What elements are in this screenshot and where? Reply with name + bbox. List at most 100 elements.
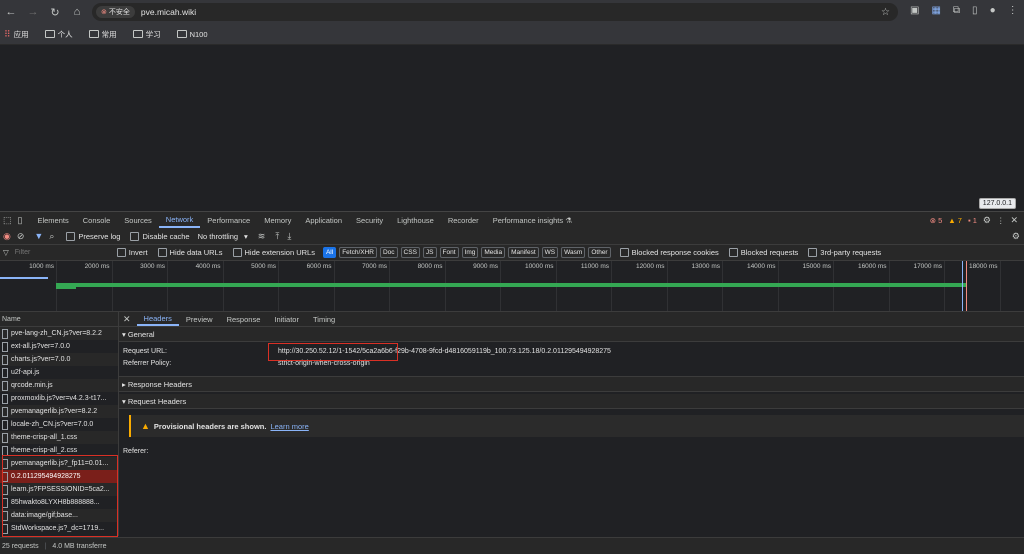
request-row[interactable]: ext-all.js?ver=7.0.0	[0, 340, 118, 353]
invert-checkbox[interactable]: Invert	[116, 248, 148, 257]
request-row[interactable]: charts.js?ver=7.0.0	[0, 353, 118, 366]
bookmark-folder-study[interactable]: 学习	[132, 29, 161, 40]
request-row[interactable]: pvemanagerlib.js?_fp11=0.01...	[0, 457, 118, 470]
puzzle-icon[interactable]: ⧉	[953, 5, 960, 16]
error-count[interactable]: ⊗ 5	[930, 216, 943, 225]
bookmark-folder-personal[interactable]: 个人	[44, 29, 73, 40]
bookmark-folder-n100[interactable]: N100	[176, 30, 208, 39]
record-icon[interactable]: ◉	[3, 231, 11, 242]
type-filter-img[interactable]: Img	[461, 247, 479, 258]
request-row[interactable]: StdWorkspace.js?_dc=1719...	[0, 522, 118, 535]
security-chip[interactable]: ⊗ 不安全	[96, 6, 135, 18]
bookmark-apps[interactable]: ⠿ 应用	[4, 29, 29, 40]
throttling-select[interactable]: No throttling ▾	[198, 232, 248, 241]
import-icon[interactable]: ⤒	[275, 231, 279, 242]
search-icon[interactable]: ⌕	[49, 231, 54, 242]
details-tab-headers[interactable]: Headers	[136, 312, 179, 326]
request-row[interactable]: pvemanagerlib.js?ver=8.2.2	[0, 405, 118, 418]
devtools-tab-sources[interactable]: Sources	[117, 212, 159, 228]
url-text[interactable]: pve.micah.wiki	[141, 7, 196, 17]
issues-count[interactable]: ▪ 1	[968, 216, 977, 225]
third-party-checkbox[interactable]: 3rd-party requests	[808, 248, 881, 257]
request-row[interactable]: learn.js?FPSESSIONID=5ca2...	[0, 483, 118, 496]
type-filter-js[interactable]: JS	[422, 247, 437, 258]
menu-icon[interactable]: ⋮	[1008, 5, 1018, 16]
extension-icon[interactable]: ▣	[910, 5, 919, 16]
type-filter-font[interactable]: Font	[439, 247, 459, 258]
home-icon[interactable]: ⌂	[70, 5, 84, 19]
type-filter-ws[interactable]: WS	[541, 247, 559, 258]
close-details-icon[interactable]: ✕	[123, 314, 131, 325]
type-filter-manifest[interactable]: Manifest	[508, 247, 539, 258]
devtools-tab-elements[interactable]: Elements	[30, 212, 75, 228]
export-icon[interactable]: ⤓	[287, 231, 291, 242]
bookmark-folder-common[interactable]: 常用	[88, 29, 117, 40]
timeline-overview[interactable]: 1000 ms 2000 ms 3000 ms 4000 ms 5000 ms 6000 …	[0, 261, 1024, 312]
hide-data-urls-checkbox[interactable]: Hide data URLs	[157, 248, 223, 257]
devtools-tab-network[interactable]: Network	[158, 212, 201, 228]
timeline-tick-label: 5000 ms	[251, 263, 276, 270]
settings-gear-icon[interactable]: ⚙	[983, 215, 991, 226]
type-filter-doc[interactable]: Doc	[379, 247, 398, 258]
request-row[interactable]: theme-crisp-all_2.css	[0, 444, 118, 457]
type-filter-css[interactable]: CSS	[400, 247, 420, 258]
devtools-tab-memory[interactable]: Memory	[257, 212, 298, 228]
request-row[interactable]: data:image/gif;base...	[0, 509, 118, 522]
profile-icon[interactable]: ●	[990, 5, 996, 16]
forward-icon[interactable]: →	[26, 5, 40, 19]
network-settings-icon[interactable]: ⚙	[1012, 231, 1020, 242]
close-icon[interactable]: ✕	[1010, 215, 1018, 226]
request-url-value[interactable]: http://30.250.52.12/1-1542/5ca2a6b6-f29b…	[278, 348, 611, 355]
details-tab-initiator[interactable]: Initiator	[267, 312, 306, 326]
type-filter-all[interactable]: All	[322, 247, 337, 258]
devtools-tab-application[interactable]: Application	[298, 212, 349, 228]
disable-cache-checkbox[interactable]: Disable cache	[130, 231, 190, 241]
details-tab-timing[interactable]: Timing	[306, 312, 342, 326]
devtools-tab-lighthouse[interactable]: Lighthouse	[390, 212, 441, 228]
request-row[interactable]: pve-lang-zh_CN.js?ver=8.2.2	[0, 327, 118, 340]
name-column-header[interactable]: Name	[0, 312, 118, 327]
request-row[interactable]: 0.2.011295494928275	[0, 470, 118, 483]
devtools-tab-console[interactable]: Console	[76, 212, 118, 228]
request-row[interactable]: theme-crisp-all_1.css	[0, 431, 118, 444]
filter-input[interactable]	[12, 246, 117, 259]
dom-content-loaded-line	[962, 261, 963, 311]
response-headers-section-header[interactable]: ▸ Response Headers	[119, 376, 1024, 392]
devtools-tab-security[interactable]: Security	[349, 212, 390, 228]
warning-count[interactable]: ▲ 7	[948, 216, 962, 225]
details-tab-preview[interactable]: Preview	[179, 312, 220, 326]
request-row[interactable]: qrcode.min.js	[0, 379, 118, 392]
inspect-icon[interactable]: ⬚	[3, 215, 12, 226]
devtools-tab-performance[interactable]: Performance	[200, 212, 257, 228]
device-toolbar-icon[interactable]: ▯	[18, 215, 23, 226]
clear-icon[interactable]: ⊘	[17, 231, 25, 242]
more-icon[interactable]: ⋮	[997, 216, 1005, 225]
request-row[interactable]: u2f-api.js	[0, 366, 118, 379]
back-icon[interactable]: ←	[4, 5, 18, 19]
request-name: StdWorkspace.js?_dc=1719...	[11, 525, 105, 532]
reload-icon[interactable]: ↻	[48, 5, 62, 19]
star-icon[interactable]: ☆	[881, 7, 890, 18]
wifi-icon[interactable]: ≋	[258, 231, 266, 242]
blocked-response-cookies-checkbox[interactable]: Blocked response cookies	[619, 248, 719, 257]
hide-extension-urls-checkbox[interactable]: Hide extension URLs	[232, 248, 315, 257]
type-filter-wasm[interactable]: Wasm	[561, 247, 586, 258]
translate-icon[interactable]: ▦	[931, 5, 940, 16]
learn-more-link[interactable]: Learn more	[270, 422, 308, 431]
preserve-log-checkbox[interactable]: Preserve log	[66, 231, 120, 241]
type-filter-media[interactable]: Media	[481, 247, 506, 258]
devtools-tab-performance-insights[interactable]: Performance insights ⚗	[486, 212, 579, 228]
request-row[interactable]: proxmoxlib.js?ver=v4.2.3-t17...	[0, 392, 118, 405]
general-section-header[interactable]: ▾ General	[119, 327, 1024, 342]
address-bar[interactable]: ⊗ 不安全 pve.micah.wiki ☆	[92, 3, 898, 21]
type-filter-fetch-xhr[interactable]: Fetch/XHR	[339, 247, 377, 258]
request-row[interactable]: 85hwakto8LYXH8b888888...	[0, 496, 118, 509]
request-headers-section-header[interactable]: ▾ Request Headers	[119, 394, 1024, 409]
request-row[interactable]: locale-zh_CN.js?ver=7.0.0	[0, 418, 118, 431]
type-filter-other[interactable]: Other	[588, 247, 611, 258]
devtools-tab-recorder[interactable]: Recorder	[441, 212, 486, 228]
sidepanel-icon[interactable]: ▯	[972, 5, 978, 16]
filter-icon[interactable]: ▼	[34, 231, 43, 241]
details-tab-response[interactable]: Response	[220, 312, 268, 326]
blocked-requests-checkbox[interactable]: Blocked requests	[728, 248, 798, 257]
